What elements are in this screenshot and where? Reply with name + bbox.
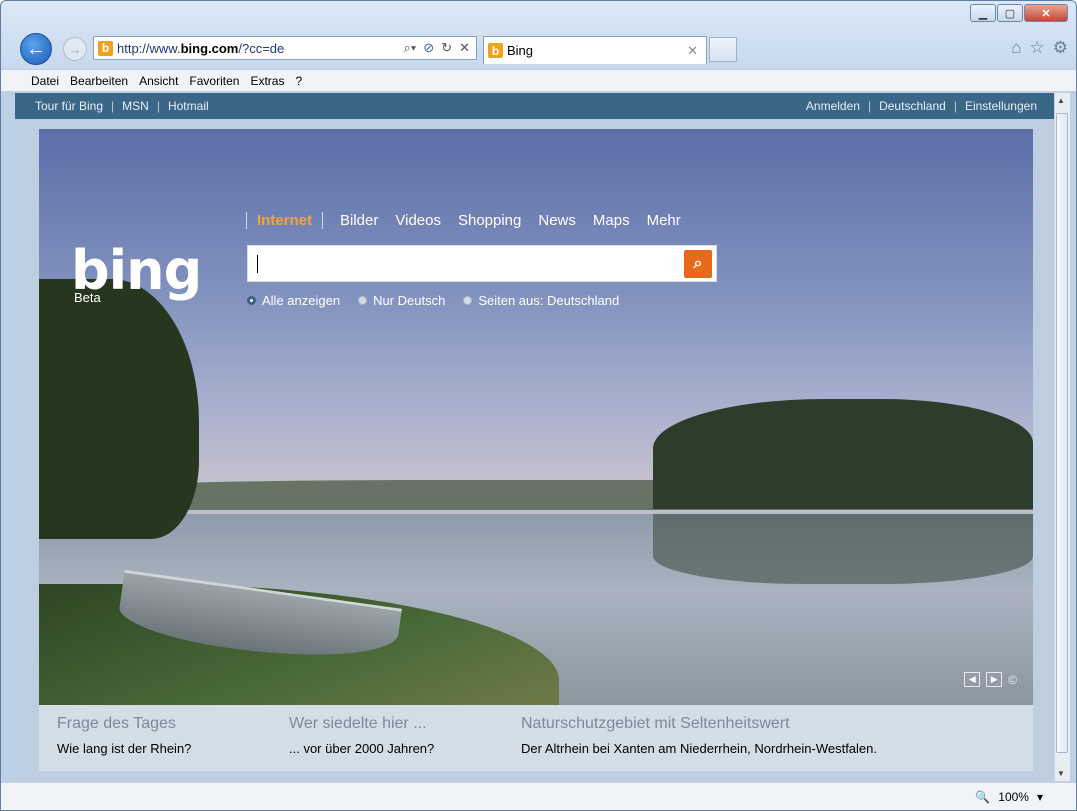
- scope-videos[interactable]: Videos: [395, 212, 441, 229]
- link-tour[interactable]: Tour für Bing: [35, 99, 103, 113]
- scope-maps[interactable]: Maps: [593, 212, 630, 229]
- search-box: ⌕: [247, 245, 717, 282]
- bing-top-nav: Tour für Bing | MSN | Hotmail Anmelden |…: [15, 93, 1057, 119]
- radio-nur-deutsch[interactable]: Nur Deutsch: [358, 293, 445, 308]
- forest-reflection: [653, 514, 1033, 584]
- menu-bearbeiten[interactable]: Bearbeiten: [70, 74, 128, 88]
- star-icon[interactable]: ☆: [1030, 38, 1045, 58]
- search-filter-radios: Alle anzeigen Nur Deutsch Seiten aus: De…: [247, 293, 619, 308]
- close-window-icon[interactable]: ✕: [1024, 4, 1068, 22]
- scope-bilder[interactable]: Bilder: [340, 212, 378, 229]
- browser-window: ▁ ▢ ✕ ← → b http://www.bing.com/?cc=de ⌕…: [0, 0, 1077, 811]
- zoom-icon: 🔍: [975, 790, 991, 804]
- menu-datei[interactable]: Datei: [31, 74, 59, 88]
- search-button[interactable]: ⌕: [684, 249, 712, 278]
- page-viewport: Tour für Bing | MSN | Hotmail Anmelden |…: [15, 93, 1057, 781]
- image-pager: ◀ ▶ ©: [964, 672, 1017, 687]
- status-bar: 🔍 100% ▾: [1, 782, 1076, 810]
- zoom-level: 100%: [998, 790, 1029, 804]
- menu-ansicht[interactable]: Ansicht: [139, 74, 178, 88]
- compat-view-icon[interactable]: ⊘: [423, 40, 434, 56]
- browser-chrome: ▁ ▢ ✕ ← → b http://www.bing.com/?cc=de ⌕…: [1, 1, 1076, 69]
- menu-bar: Datei Bearbeiten Ansicht Favoriten Extra…: [1, 70, 1076, 92]
- radio-unselected-icon: [358, 296, 368, 305]
- link-hotmail[interactable]: Hotmail: [168, 99, 209, 113]
- minimize-icon[interactable]: ▁: [970, 4, 996, 22]
- footer-item[interactable]: Frage des Tages Wie lang ist der Rhein?: [57, 715, 191, 756]
- forest-right: [653, 399, 1033, 509]
- previous-image-icon[interactable]: ◀: [964, 672, 981, 687]
- window-controls: ▁ ▢ ✕: [970, 4, 1068, 22]
- search-icon: ⌕: [693, 254, 703, 272]
- scroll-down-icon[interactable]: ▼: [1057, 769, 1065, 778]
- url-text[interactable]: http://www.bing.com/?cc=de: [117, 41, 404, 56]
- top-nav-left: Tour für Bing | MSN | Hotmail: [35, 99, 209, 113]
- radio-alle-anzeigen[interactable]: Alle anzeigen: [247, 293, 340, 308]
- maximize-icon[interactable]: ▢: [997, 4, 1023, 22]
- scrollbar-thumb[interactable]: [1056, 113, 1068, 753]
- footer-item[interactable]: Naturschutzgebiet mit Seltenheitswert De…: [521, 715, 877, 756]
- chevron-down-icon[interactable]: ▾: [1037, 790, 1043, 804]
- vertical-scrollbar[interactable]: ▲ ▼: [1054, 93, 1070, 781]
- link-einstellungen[interactable]: Einstellungen: [965, 99, 1037, 113]
- scope-shopping[interactable]: Shopping: [458, 212, 521, 229]
- search-dropdown-icon[interactable]: ⌕▾: [404, 40, 417, 56]
- back-button[interactable]: ←: [20, 33, 52, 65]
- tab-title: Bing: [507, 43, 534, 58]
- arrow-left-icon: ←: [26, 37, 46, 60]
- home-icon[interactable]: ⌂: [1011, 38, 1021, 58]
- footer-item[interactable]: Wer siedelte hier ... ... vor über 2000 …: [289, 715, 434, 756]
- bing-favicon-icon: b: [98, 40, 113, 56]
- menu-help[interactable]: ?: [295, 74, 302, 88]
- link-anmelden[interactable]: Anmelden: [806, 99, 860, 113]
- bing-favicon-icon: b: [488, 43, 503, 58]
- next-image-icon[interactable]: ▶: [986, 672, 1003, 687]
- browser-toolbar-icons: ⌂ ☆ ⚙: [1011, 38, 1068, 58]
- zoom-control[interactable]: 🔍 100% ▾: [975, 790, 1043, 804]
- search-scopes: Internet Bilder Videos Shopping News Map…: [246, 212, 681, 229]
- hotspot-footer: Frage des Tages Wie lang ist der Rhein? …: [39, 705, 1033, 771]
- search-input[interactable]: [258, 247, 684, 280]
- address-bar[interactable]: b http://www.bing.com/?cc=de ⌕▾ ⊘ ↻ ✕: [93, 36, 477, 60]
- menu-extras[interactable]: Extras: [250, 74, 284, 88]
- link-msn[interactable]: MSN: [122, 99, 149, 113]
- menu-favoriten[interactable]: Favoriten: [189, 74, 239, 88]
- new-tab-button[interactable]: [709, 37, 737, 62]
- radio-selected-icon: [247, 296, 256, 305]
- copyright-icon[interactable]: ©: [1008, 673, 1017, 687]
- beta-label: Beta: [74, 290, 101, 305]
- tree-left: [39, 279, 199, 539]
- forward-button[interactable]: →: [63, 37, 87, 61]
- gear-icon[interactable]: ⚙: [1053, 38, 1068, 58]
- radio-unselected-icon: [463, 296, 473, 305]
- link-deutschland[interactable]: Deutschland: [879, 99, 946, 113]
- radio-seiten-deutschland[interactable]: Seiten aus: Deutschland: [463, 293, 619, 308]
- stop-icon[interactable]: ✕: [459, 40, 470, 56]
- address-controls: ⌕▾ ⊘ ↻ ✕: [404, 40, 476, 56]
- browser-tab-bing[interactable]: b Bing ✕: [483, 36, 707, 64]
- scroll-up-icon[interactable]: ▲: [1057, 96, 1065, 105]
- homepage-background-image: bing Beta Internet Bilder Videos Shoppin…: [39, 129, 1033, 705]
- scope-mehr[interactable]: Mehr: [647, 212, 681, 229]
- arrow-right-icon: →: [68, 41, 82, 57]
- refresh-icon[interactable]: ↻: [441, 40, 452, 56]
- scope-internet[interactable]: Internet: [246, 212, 324, 229]
- scope-news[interactable]: News: [538, 212, 576, 229]
- top-nav-right: Anmelden | Deutschland | Einstellungen: [805, 99, 1037, 113]
- close-tab-icon[interactable]: ✕: [687, 43, 706, 59]
